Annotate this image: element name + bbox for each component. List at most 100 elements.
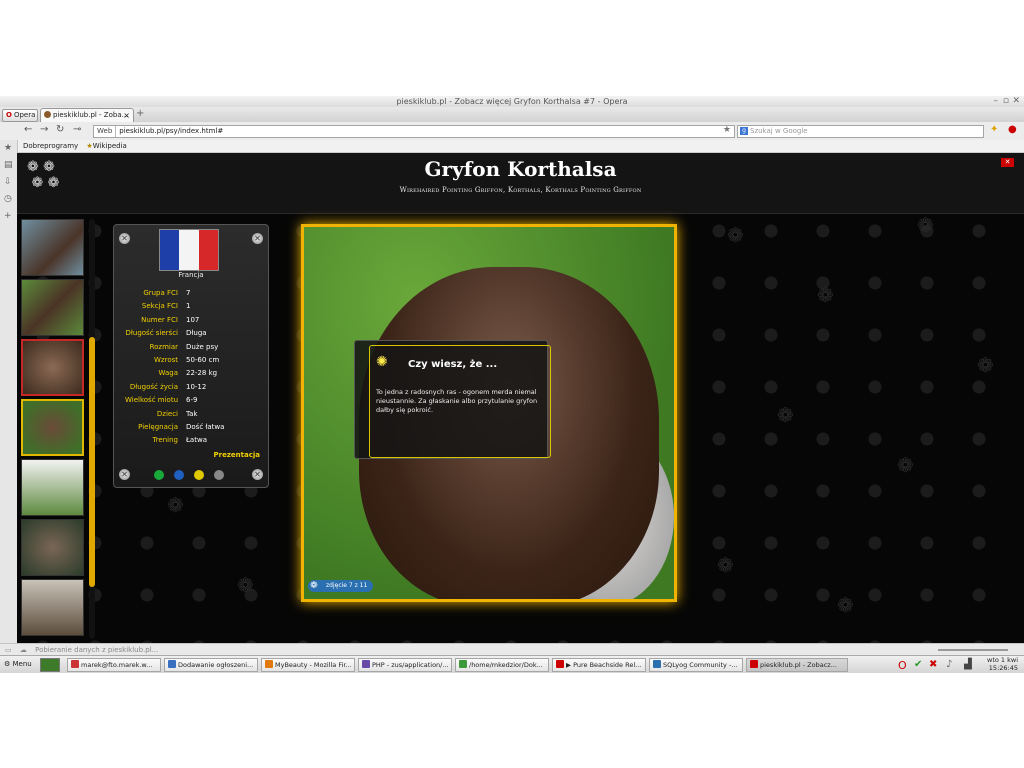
opera-icon — [750, 660, 758, 668]
task-item[interactable]: Dodawanie ogłoszeni... — [164, 658, 258, 672]
task-item[interactable]: PHP - zus/application/... — [358, 658, 452, 672]
search-input[interactable]: g Szukaj w Google — [737, 125, 984, 138]
info-key: Sekcja FCI — [141, 302, 178, 311]
side-panel: ★ ▤ ⇩ ◷ + — [0, 140, 18, 643]
info-row: Rozmiar Duże psy — [114, 343, 268, 356]
task-item-active[interactable]: pieskiklub.pl - Zobacz... — [746, 658, 848, 672]
paw-icon: ❁ — [727, 223, 744, 247]
thumbnail-5[interactable] — [21, 459, 84, 516]
task-item[interactable]: marek@fto.marek.w... — [67, 658, 161, 672]
close-icon[interactable]: ✕ — [1001, 158, 1014, 167]
status-text: Pobieranie danych z pieskiklub.pl... — [35, 646, 159, 654]
thumbnail-6[interactable] — [21, 519, 84, 576]
thumbnail-4[interactable] — [21, 399, 84, 456]
key-icon[interactable]: ⊸ — [73, 124, 81, 135]
address-bar[interactable]: Web pieskiklub.pl/psy/index.html# ★ — [93, 125, 735, 138]
folder-icon — [459, 660, 467, 668]
cloud-icon: ☁ — [19, 646, 27, 654]
task-item[interactable]: SQLyog Community -... — [649, 658, 743, 672]
info-row: Pielęgnacja Dość łatwa — [114, 423, 268, 436]
bolt-icon: ✕ — [119, 233, 130, 244]
tab-label: pieskiklub.pl - Zoba... — [53, 111, 129, 119]
tab-bar: O Opera pieskiklub.pl - Zoba... × + — [0, 107, 1024, 123]
opera-icon[interactable]: ● — [1008, 124, 1017, 135]
did-you-know-box: ✺ Czy wiesz, że ... To jedna z radosnych… — [354, 340, 551, 459]
paw-icon: ❁ — [837, 593, 854, 617]
zoom-slider[interactable] — [938, 649, 1008, 651]
opera-menu-button[interactable]: O Opera — [2, 109, 38, 122]
grey-dot-button[interactable] — [214, 470, 224, 480]
clock[interactable]: wto 1 kwi 15:26:45 — [987, 656, 1018, 672]
info-row: Długość sierści Długa — [114, 329, 268, 342]
green-dot-button[interactable] — [154, 470, 164, 480]
url-text: pieskiklub.pl/psy/index.html# — [119, 127, 224, 135]
paw-icon: ❁ — [917, 213, 934, 237]
info-key: Trening — [152, 436, 178, 445]
lightbulb-icon: ✺ — [376, 354, 388, 370]
info-value: 22-28 kg — [186, 369, 218, 378]
task-item[interactable]: MyBeauty - Mozilla Fir... — [261, 658, 355, 672]
blue-dot-button[interactable] — [174, 470, 184, 480]
thumbnail-1[interactable] — [21, 219, 84, 276]
paw-icon: ❁ — [237, 573, 254, 597]
info-key: Długość życia — [129, 382, 178, 391]
bookmark-dobreprogramy[interactable]: Dobreprogramy — [23, 142, 78, 150]
info-rows: Grupa FCI 7 Sekcja FCI 1 Numer FCI 107 Długość… — [114, 289, 268, 450]
info-key: Waga — [158, 369, 179, 378]
task-item[interactable]: ▶ Pure Beachside Rel... — [552, 658, 646, 672]
info-key: Wielkość miotu — [125, 396, 178, 405]
opera-tray-icon[interactable]: O — [898, 659, 907, 672]
start-menu-button[interactable]: ⚙ Menu — [4, 658, 32, 670]
google-icon: g — [740, 127, 748, 135]
info-key: Dzieci — [156, 409, 178, 418]
info-value: Dość łatwa — [186, 422, 225, 431]
paw-icon: ❁ — [977, 353, 994, 377]
paw-icon: ❁ — [167, 493, 184, 517]
info-value: Tak — [186, 409, 198, 418]
taskbar: ⚙ Menu marek@fto.marek.w... Dodawanie og… — [0, 655, 1024, 673]
task-item[interactable]: /home/mkedzior/Dok... — [455, 658, 549, 672]
info-value: 7 — [186, 289, 191, 297]
notes-panel-icon[interactable]: ▤ — [4, 160, 13, 170]
thumbnail-scrollbar[interactable] — [89, 219, 95, 639]
history-panel-icon[interactable]: ◷ — [4, 194, 12, 204]
thumbnail-3[interactable] — [21, 339, 84, 396]
photo-counter[interactable]: ❁ zdjęcie 7 z 11 — [308, 580, 374, 592]
reload-icon[interactable]: ↻ — [56, 124, 64, 135]
thumbnail-2[interactable] — [21, 279, 84, 336]
bolt-icon: ✕ — [119, 469, 130, 480]
bookmark-wikipedia[interactable]: Wikipedia — [93, 142, 127, 150]
add-panel-icon[interactable]: + — [4, 211, 12, 221]
breed-info-panel: ✕ ✕ Francja Grupa FCI 7 Sekcja FCI 1 Numer F… — [113, 224, 269, 488]
info-row: Grupa FCI 7 — [114, 289, 268, 302]
desktop-icon[interactable] — [40, 658, 60, 672]
downloads-panel-icon[interactable]: ⇩ — [4, 177, 12, 187]
minimize-button[interactable]: – — [994, 96, 999, 106]
new-tab-button[interactable]: + — [136, 108, 144, 119]
info-key: Długość sierści — [125, 329, 178, 338]
close-window-button[interactable]: ✕ — [1012, 96, 1020, 106]
opera-icon — [556, 660, 564, 668]
bookmark-star-icon[interactable]: ★ — [723, 125, 731, 136]
bookmarks-panel-icon[interactable]: ★ — [4, 143, 12, 153]
thumbnail-7[interactable] — [21, 579, 84, 636]
yellow-dot-button[interactable] — [194, 470, 204, 480]
presentation-link[interactable]: Prezentacja — [214, 451, 260, 459]
panel-toggle-icon[interactable]: ▭ — [5, 646, 12, 654]
close-tab-icon[interactable]: × — [123, 109, 130, 122]
back-icon[interactable]: ← — [24, 124, 32, 135]
check-tray-icon[interactable]: ✔ — [914, 659, 922, 670]
browser-tab[interactable]: pieskiklub.pl - Zoba... × — [40, 108, 134, 122]
info-value: Długa — [186, 329, 207, 338]
breed-title: Gryfon Korthalsa — [424, 157, 617, 181]
france-flag — [159, 229, 219, 271]
signal-tray-icon[interactable]: ▟ — [964, 659, 972, 670]
info-value: Łatwa — [186, 436, 207, 445]
network-tray-icon[interactable]: ✖ — [929, 659, 937, 670]
extensions-icon[interactable]: ✦ — [990, 124, 998, 135]
forward-icon[interactable]: → — [40, 124, 48, 135]
info-value: 6-9 — [186, 396, 198, 405]
maximize-button[interactable]: ▫ — [1003, 96, 1009, 106]
volume-tray-icon[interactable]: ♪ — [946, 659, 952, 670]
scrollbar-thumb[interactable] — [89, 337, 95, 587]
